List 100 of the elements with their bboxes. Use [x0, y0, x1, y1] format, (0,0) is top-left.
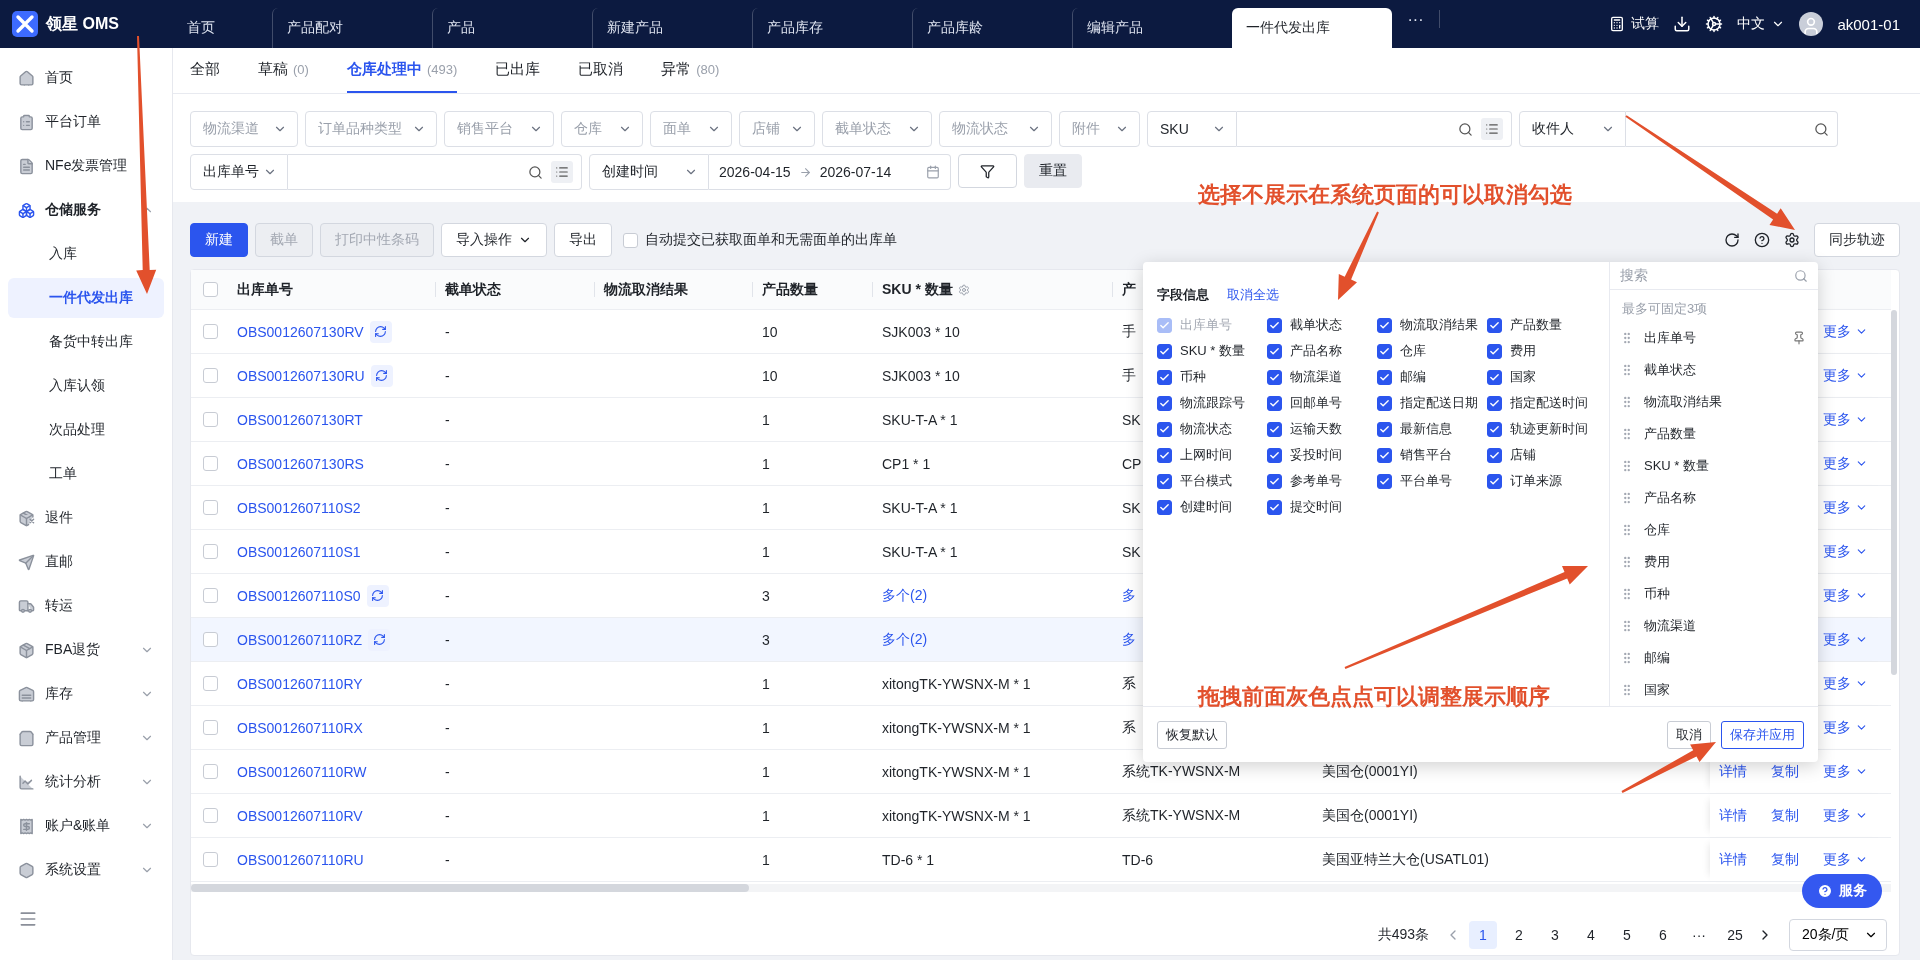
field-checkbox[interactable]: 币种 [1157, 368, 1267, 386]
search-field[interactable] [1237, 111, 1512, 147]
help-button[interactable] [1754, 232, 1770, 248]
reset-button[interactable]: 重置 [1024, 154, 1082, 188]
row-checkbox[interactable] [203, 456, 218, 471]
sidebar-item[interactable]: 统计分析 [8, 760, 164, 804]
auto-submit-checkbox[interactable]: 自动提交已获取面单和无需面单的出库单 [623, 231, 897, 249]
order-number-link[interactable]: OBS0012607110S2 [237, 499, 361, 516]
end-date[interactable]: 2026-07-14 [819, 164, 892, 180]
field-select[interactable]: SKU [1147, 111, 1237, 147]
order-number-link[interactable]: OBS0012607110RX [237, 719, 363, 736]
row-action-link[interactable]: 更多 [1823, 630, 1868, 649]
column-header[interactable]: 产 [1122, 280, 1136, 299]
row-action-link[interactable]: 更多 [1823, 850, 1868, 869]
filter-button[interactable] [958, 154, 1017, 188]
sync-tracking-button[interactable]: 同步轨迹 [1814, 223, 1900, 257]
order-number-link[interactable]: OBS0012607110RW [237, 763, 367, 780]
page-button[interactable]: 25 [1721, 921, 1749, 949]
page-button[interactable]: 3 [1541, 921, 1569, 949]
sidebar-item[interactable]: 账户&账单 [8, 804, 164, 848]
sku-link[interactable]: 多个(2) [882, 586, 928, 605]
refresh-icon[interactable] [368, 628, 391, 651]
row-checkbox[interactable] [203, 324, 218, 339]
row-action-link[interactable]: 更多 [1823, 674, 1868, 693]
refresh-icon[interactable] [370, 364, 393, 387]
row-checkbox[interactable] [203, 852, 218, 867]
user-avatar[interactable] [1799, 12, 1824, 36]
row-action-link[interactable]: 复制 [1771, 806, 1799, 825]
field-checkbox[interactable]: 轨迹更新时间 [1487, 420, 1597, 438]
row-action-link[interactable]: 更多 [1823, 586, 1868, 605]
sidebar-subitem[interactable]: 入库 [8, 234, 164, 274]
row-action-link[interactable]: 更多 [1823, 542, 1868, 561]
page-button[interactable]: ··· [1685, 921, 1713, 949]
order-number-link[interactable]: OBS0012607130RU [237, 367, 365, 384]
refresh-icon[interactable] [366, 584, 389, 607]
field-checkbox[interactable]: 最新信息 [1377, 420, 1487, 438]
order-number-link[interactable]: OBS0012607110RY [237, 675, 363, 692]
status-tab[interactable]: 草稿 (0) [258, 48, 309, 93]
order-number-link[interactable]: OBS0012607110RZ [237, 631, 363, 648]
column-header[interactable]: 产品数量 [762, 280, 818, 299]
sidebar-item[interactable]: FBA退货 [8, 628, 164, 672]
page-button[interactable]: 6 [1649, 921, 1677, 949]
product-link[interactable]: 多 [1122, 630, 1136, 649]
sidebar-subitem[interactable]: 工单 [8, 454, 164, 494]
row-action-link[interactable]: 详情 [1719, 806, 1747, 825]
field-checkbox[interactable]: 销售平台 [1377, 446, 1487, 464]
row-action-link[interactable]: 更多 [1823, 762, 1868, 781]
field-checkbox[interactable]: 运输天数 [1267, 420, 1377, 438]
language-select[interactable]: 中文 [1737, 15, 1786, 33]
table-row[interactable]: OBS0012607110RV - 1 xitongTK-YWSNX-M * 1 系统TK-YWSNX-M 美国仓(0001YI) 详情 复制 更多 [191, 794, 1891, 838]
field-checkbox[interactable]: 物流取消结果 [1377, 316, 1487, 334]
field-checkbox[interactable]: 提交时间 [1267, 498, 1377, 516]
field-checkbox[interactable]: 物流状态 [1157, 420, 1267, 438]
service-button[interactable]: 服务 [1802, 874, 1882, 908]
row-action-link[interactable]: 更多 [1823, 366, 1868, 385]
field-checkbox[interactable]: 截单状态 [1267, 316, 1377, 334]
field-checkbox[interactable]: 上网时间 [1157, 446, 1267, 464]
table-row[interactable]: OBS0012607110RU - 1 TD-6 * 1 TD-6 美国亚特兰大仓(USATL01) 详情 复制 更多 [191, 838, 1891, 882]
row-action-link[interactable]: 更多 [1823, 718, 1868, 737]
toolbar-button[interactable]: 导入操作 [441, 223, 547, 257]
settings-button[interactable] [1705, 15, 1724, 33]
date-type-select[interactable]: 创建时间 [589, 154, 709, 190]
product-link[interactable]: 多 [1122, 586, 1136, 605]
sidebar-item[interactable]: 仓储服务 [8, 188, 164, 232]
sidebar-subitem[interactable]: 次品处理 [8, 410, 164, 450]
status-tab[interactable]: 全部 [190, 48, 220, 93]
row-action-link[interactable]: 更多 [1823, 806, 1868, 825]
page-tab[interactable]: 首页 [173, 8, 272, 48]
column-order-item[interactable]: 国家 [1610, 674, 1818, 706]
page-size-select[interactable]: 20条/页 [1789, 919, 1887, 951]
order-number-link[interactable]: OBS0012607110RU [237, 851, 364, 868]
column-order-item[interactable]: 币种 [1610, 578, 1818, 610]
toolbar-button[interactable]: 新建 [190, 223, 248, 257]
checkbox[interactable] [623, 232, 638, 248]
refresh-button[interactable] [1724, 232, 1740, 248]
search-field[interactable] [288, 154, 582, 190]
row-checkbox[interactable] [203, 500, 218, 515]
column-header[interactable]: 出库单号 [237, 280, 293, 299]
start-date[interactable]: 2026-04-15 [719, 164, 791, 180]
row-checkbox[interactable] [203, 764, 218, 779]
order-number-link[interactable]: OBS0012607130RT [237, 411, 363, 428]
restore-default-button[interactable]: 恢复默认 [1157, 720, 1227, 749]
row-action-link[interactable]: 更多 [1823, 498, 1868, 517]
row-checkbox[interactable] [203, 808, 218, 823]
status-tab[interactable]: 已取消 [578, 48, 624, 93]
column-order-item[interactable]: SKU * 数量 [1610, 450, 1818, 482]
row-action-link[interactable]: 复制 [1771, 850, 1799, 869]
column-header[interactable]: 物流取消结果 [604, 280, 688, 299]
cancel-button[interactable]: 取消 [1667, 720, 1711, 749]
sidebar-subitem[interactable]: 备货中转出库 [8, 322, 164, 362]
sku-link[interactable]: 多个(2) [882, 630, 928, 649]
page-tab[interactable]: 一件代发出库 [1232, 8, 1392, 48]
select-all-checkbox[interactable] [203, 282, 218, 297]
refresh-icon[interactable] [369, 320, 392, 343]
sidebar-item[interactable]: 产品管理 [8, 716, 164, 760]
field-checkbox[interactable]: 邮编 [1377, 368, 1487, 386]
toolbar-button[interactable]: 导出 [554, 223, 612, 257]
field-checkbox[interactable]: 创建时间 [1157, 498, 1267, 516]
row-checkbox[interactable] [203, 412, 218, 427]
row-action-link[interactable]: 详情 [1719, 850, 1747, 869]
